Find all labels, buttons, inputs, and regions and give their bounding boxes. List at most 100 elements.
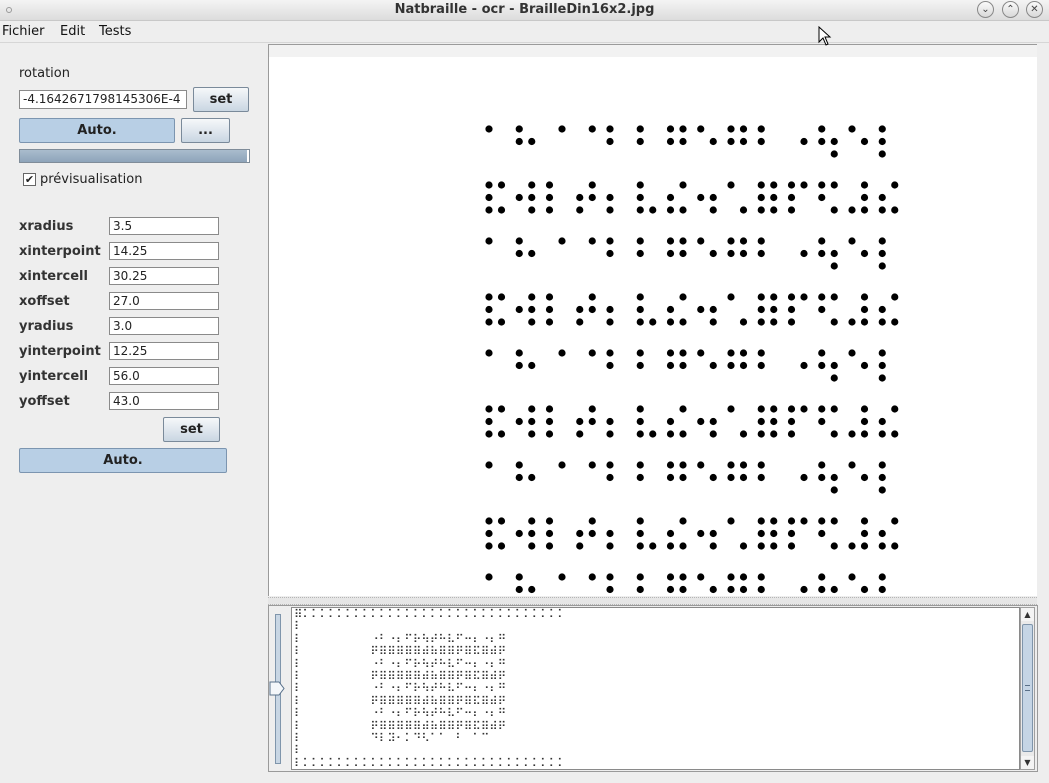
braille-dot — [878, 349, 886, 357]
split-divider[interactable] — [268, 597, 1037, 605]
braille-dot — [709, 206, 717, 214]
braille-dot — [860, 249, 869, 258]
scrollbar-thumb[interactable] — [1022, 624, 1033, 752]
braille-dot — [576, 318, 584, 326]
braille-dot — [679, 249, 687, 258]
braille-dot — [606, 461, 614, 469]
preview-label: prévisualisation — [40, 172, 143, 187]
menu-edit[interactable]: Edit — [60, 24, 85, 39]
braille-dot — [818, 405, 826, 413]
braille-dot — [757, 430, 765, 438]
braille-dot — [558, 349, 566, 357]
rotation-set-button[interactable]: set — [193, 87, 249, 112]
braille-dot — [848, 430, 856, 438]
braille-dot — [679, 137, 687, 146]
braille-dot — [830, 249, 838, 258]
braille-dot — [515, 349, 523, 357]
arrow-down-icon[interactable]: ▼ — [1021, 756, 1034, 769]
braille-dot — [757, 417, 765, 426]
braille-dot — [709, 305, 717, 314]
rotation-auto-button[interactable]: Auto. — [19, 118, 175, 143]
braille-dot — [757, 193, 765, 202]
braille-dot — [636, 137, 644, 146]
braille-dot — [588, 405, 596, 413]
mouse-cursor-icon — [818, 26, 832, 46]
braille-dot — [709, 318, 717, 326]
braille-dot — [485, 318, 493, 326]
braille-dot — [770, 542, 778, 550]
braille-dot — [606, 430, 614, 438]
braille-dot — [528, 430, 536, 438]
close-icon[interactable]: ✕ — [1026, 1, 1043, 18]
param-field-xradius[interactable]: 3.5 — [109, 217, 219, 235]
braille-dot — [679, 361, 687, 370]
braille-dot — [727, 585, 735, 594]
param-field-yintercell[interactable]: 56.0 — [109, 367, 219, 385]
braille-dot — [606, 318, 614, 326]
vertical-scrollbar[interactable]: ▲ ▼ — [1020, 607, 1035, 770]
rotation-more-button[interactable]: ... — [181, 118, 230, 143]
minimize-icon[interactable]: ⌄ — [977, 1, 994, 18]
param-field-yinterpoint[interactable]: 12.25 — [109, 342, 219, 360]
braille-dot — [800, 405, 808, 413]
param-field-yradius[interactable]: 3.0 — [109, 317, 219, 335]
menu-bar: Fichier Edit Tests — [0, 22, 1049, 43]
braille-dot — [727, 573, 735, 581]
braille-dot — [878, 585, 886, 594]
param-label: yoffset — [19, 394, 70, 409]
braille-dot — [679, 461, 687, 469]
braille-dot — [636, 542, 644, 550]
arrow-up-icon[interactable]: ▲ — [1021, 608, 1034, 621]
params-auto-button[interactable]: Auto. — [19, 448, 227, 473]
braille-dot — [830, 206, 838, 214]
params-set-button[interactable]: set — [163, 417, 220, 442]
braille-dot — [528, 517, 536, 525]
preview-checkbox[interactable]: ✔ — [23, 173, 36, 186]
braille-dot — [636, 585, 644, 594]
braille-dot — [860, 430, 869, 438]
braille-dot — [528, 305, 536, 314]
braille-dot — [515, 529, 523, 538]
braille-dot — [739, 318, 748, 326]
braille-dot — [485, 349, 493, 357]
param-field-xoffset[interactable]: 27.0 — [109, 292, 219, 310]
braille-dot — [727, 125, 735, 133]
menu-tests[interactable]: Tests — [99, 24, 131, 39]
braille-dot — [787, 430, 796, 438]
menu-fichier[interactable]: Fichier — [2, 24, 45, 39]
param-label: yintercell — [19, 369, 89, 384]
braille-text-area[interactable]: ⠿⠅⠅⠅⠅⠅⠅⠅⠅⠅⠅⠅⠅⠅⠅⠅⠅⠅⠅⠅⠅⠅⠅⠅⠅⠅⠅⠅⠅⠅⠅⠅ ⠇⠀⠀⠀⠀⠀⠀… — [291, 607, 1020, 770]
braille-dot — [878, 361, 886, 370]
braille-dot — [545, 181, 554, 189]
braille-dot — [878, 237, 886, 245]
rotation-field[interactable]: -4.1642671798145306E-4 — [19, 90, 187, 109]
image-preview-pane[interactable] — [268, 44, 1037, 596]
braille-dot — [666, 237, 675, 245]
braille-dot — [545, 305, 554, 314]
braille-dot — [727, 461, 735, 469]
braille-dot — [649, 542, 657, 550]
braille-dot — [666, 249, 675, 258]
maximize-icon[interactable]: ⌃ — [1002, 1, 1019, 18]
braille-dot — [709, 137, 717, 146]
braille-dot — [697, 417, 705, 426]
braille-dot — [666, 417, 675, 426]
zoom-slider-thumb[interactable] — [269, 681, 285, 696]
braille-dot — [528, 293, 536, 301]
braille-dot — [860, 585, 869, 594]
param-label: xintercell — [19, 269, 88, 284]
braille-dot — [666, 125, 675, 133]
braille-dot — [576, 417, 584, 426]
braille-dot — [878, 573, 886, 581]
braille-dot — [891, 293, 899, 301]
braille-dot — [528, 137, 536, 146]
braille-dot — [588, 237, 596, 245]
braille-dot — [528, 529, 536, 538]
param-field-yoffset[interactable]: 43.0 — [109, 392, 219, 410]
braille-dot — [515, 237, 523, 245]
braille-dot — [739, 125, 748, 133]
param-field-xintercell[interactable]: 30.25 — [109, 267, 219, 285]
param-field-xinterpoint[interactable]: 14.25 — [109, 242, 219, 260]
braille-dot — [666, 318, 675, 326]
braille-dot — [891, 181, 899, 189]
